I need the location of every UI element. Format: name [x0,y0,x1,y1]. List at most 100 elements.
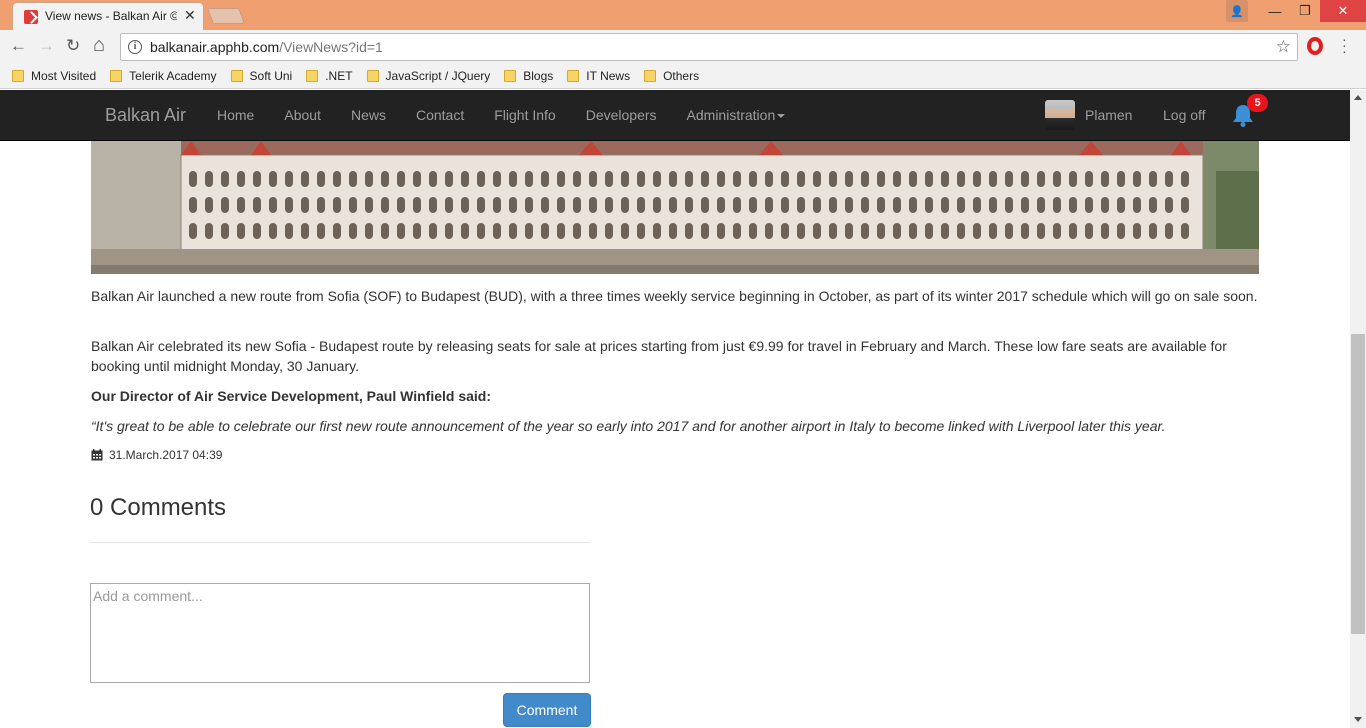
site-navbar: Balkan Air Home About News Contact Fligh… [0,90,1350,141]
banner-window [685,223,693,239]
bookmark-label: Telerik Academy [129,69,217,83]
bookmark-telerik-academy[interactable]: Telerik Academy [110,69,217,83]
minimize-button[interactable]: — [1260,0,1290,22]
nav-about[interactable]: About [269,90,336,140]
address-bar[interactable]: i balkanair.apphb.com/ViewNews?id=1 ☆ [120,33,1298,61]
banner-window [1181,223,1189,239]
banner-window [909,171,917,187]
nav-contact[interactable]: Contact [401,90,479,140]
user-avatar[interactable] [1045,100,1075,130]
banner-window [525,171,533,187]
forward-arrow-icon[interactable]: → [38,36,55,56]
budapest-parliament-image [91,141,1259,274]
banner-window [477,223,485,239]
banner-window [1053,197,1061,213]
bookmark-blogs[interactable]: Blogs [504,69,553,83]
banner-window [253,171,261,187]
browser-titlebar: View news - Balkan Air © ✕ 👤 — ❐ ✕ [0,0,1366,30]
comment-input[interactable] [90,583,590,683]
banner-window [957,171,965,187]
tab-close-icon[interactable]: ✕ [184,7,196,24]
profile-icon[interactable]: 👤 [1226,0,1248,22]
home-icon[interactable]: ⌂ [93,34,105,57]
bookmark-others[interactable]: Others [644,69,699,83]
reload-icon[interactable]: ↻ [66,36,80,56]
nav-developers[interactable]: Developers [571,90,672,140]
banner-window [733,197,741,213]
bookmark-javascript-jquery[interactable]: JavaScript / JQuery [366,69,490,83]
banner-window [973,171,981,187]
bookmark-soft-uni[interactable]: Soft Uni [230,69,292,83]
scroll-up-arrow-icon[interactable] [1354,95,1362,100]
main-nav: Home About News Contact Flight Info Deve… [202,90,800,140]
nav-news[interactable]: News [336,90,401,140]
banner-window [221,171,229,187]
bookmark-it-news[interactable]: IT News [567,69,630,83]
bookmark-star-icon[interactable]: ☆ [1276,37,1291,57]
banner-window [909,223,917,239]
banner-window [1101,223,1109,239]
browser-tab[interactable]: View news - Balkan Air © ✕ [12,2,204,30]
banner-window [829,223,837,239]
browser-menu-icon[interactable]: · · · [1342,32,1347,58]
banner-window [717,223,725,239]
banner-window [221,223,229,239]
banner-window [621,223,629,239]
nav-administration-dropdown[interactable]: Administration [672,90,801,140]
site-info-icon[interactable]: i [128,40,142,54]
banner-window [557,223,565,239]
banner-window [1181,197,1189,213]
banner-window [397,197,405,213]
scroll-thumb[interactable] [1351,334,1365,634]
bookmark-dotnet[interactable]: .NET [306,69,353,83]
url-text[interactable]: balkanair.apphb.com/ViewNews?id=1 [150,39,383,55]
bookmark-label: Others [663,69,700,83]
banner-window [845,197,853,213]
banner-window [1149,197,1157,213]
nav-administration-label: Administration [686,107,776,123]
banner-window [941,171,949,187]
banner-window [493,223,501,239]
new-tab-button[interactable] [207,8,245,24]
banner-window [701,223,709,239]
banner-window [205,223,213,239]
user-name-link[interactable]: Plamen [1085,90,1132,140]
folder-icon [644,70,657,82]
article-date: 31.March.2017 04:39 [91,448,222,462]
url-path: /ViewNews?id=1 [279,39,383,55]
banner-window [781,223,789,239]
back-arrow-icon[interactable]: ← [10,36,27,56]
banner-window [205,171,213,187]
banner-window [445,197,453,213]
bookmark-most-visited[interactable]: Most Visited [12,69,96,83]
banner-window [749,223,757,239]
site-brand[interactable]: Balkan Air [105,105,186,126]
bookmark-label: Blogs [523,69,554,83]
nav-home[interactable]: Home [202,90,269,140]
page-scrollbar[interactable] [1350,90,1366,728]
banner-window [525,223,533,239]
scroll-down-arrow-icon[interactable] [1354,717,1362,722]
banner-window [477,171,485,187]
banner-window [829,197,837,213]
banner-window [413,171,421,187]
banner-window [1037,171,1045,187]
article-quote: “It's great to be able to celebrate our … [91,418,1166,434]
article-paragraph-2: Balkan Air celebrated its new Sofia - Bu… [91,338,1227,374]
banner-window [845,223,853,239]
restore-button[interactable]: ❐ [1290,0,1320,22]
banner-window [829,171,837,187]
banner-window [909,197,917,213]
banner-window [733,171,741,187]
banner-window [941,223,949,239]
banner-window [381,171,389,187]
comment-submit-button[interactable]: Comment [503,693,591,727]
nav-flight-info[interactable]: Flight Info [479,90,570,140]
logoff-link[interactable]: Log off [1163,90,1206,140]
banner-window [1165,223,1173,239]
opera-extension-icon[interactable] [1307,37,1323,55]
banner-window [1085,197,1093,213]
banner-window [797,223,805,239]
close-window-button[interactable]: ✕ [1320,0,1366,22]
folder-icon [567,70,580,82]
